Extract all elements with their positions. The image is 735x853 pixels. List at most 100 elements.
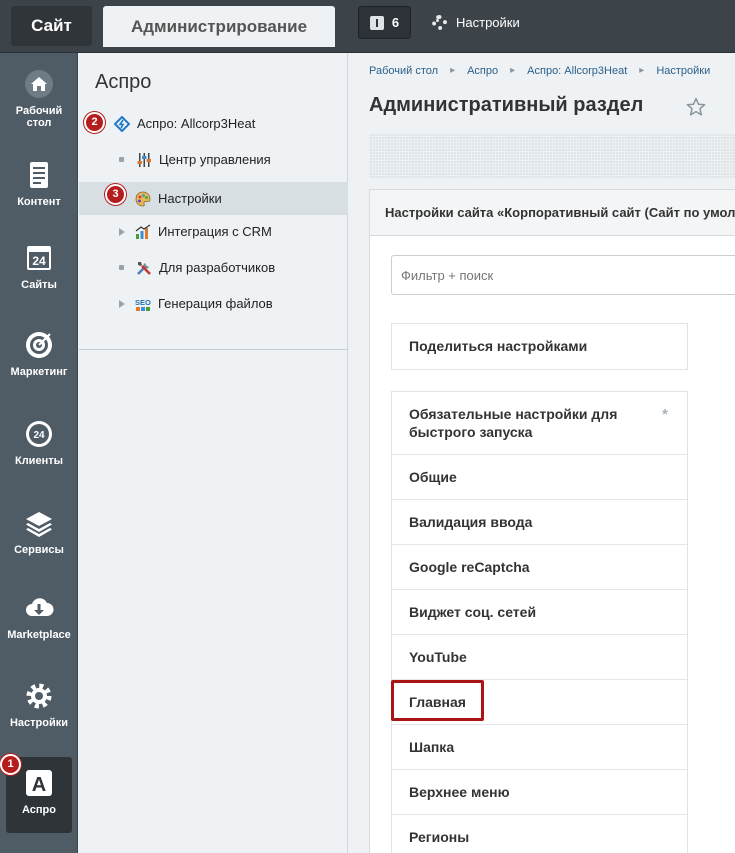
notifications-count: 6 [391,15,400,30]
section-item-top-menu[interactable]: Верхнее меню [392,770,687,815]
layers-icon [26,512,52,537]
sp-item-label: Настройки [158,191,222,206]
share-settings-button[interactable]: Поделиться настройками [391,323,688,370]
settings-content: Поделиться настройками Обязательные наст… [369,236,735,853]
section-label: Общие [409,469,457,485]
section-item-validation[interactable]: Валидация ввода [392,500,687,545]
expand-arrow-icon[interactable] [119,299,125,308]
nav-label: Маркетинг [10,366,68,378]
nav-label: Сервисы [14,544,64,556]
section-item-header[interactable]: Шапка [392,725,687,770]
settings-section-list: Обязательные настройки для быстрого запу… [391,391,688,853]
nav-label: Сайты [21,279,57,291]
page-title: Административный раздел [369,94,644,116]
sp-item-label: Интеграция с CRM [158,224,272,239]
aspro-logo-icon: A [26,770,52,796]
nav-label: Клиенты [14,455,63,467]
palette-icon [135,191,151,206]
gear-icon [26,683,52,709]
settings-top-label: Настройки [456,15,520,30]
tab-site[interactable]: Сайт [11,6,92,46]
section-item-general[interactable]: Общие [392,455,687,500]
section-item-required[interactable]: Обязательные настройки для быстрого запу… [392,392,687,455]
side-panel-divider [79,349,348,350]
nav-label: Контент [17,196,61,208]
section-item-youtube[interactable]: YouTube [392,635,687,680]
step-badge-2: 2 [84,112,105,133]
section-label: Регионы [409,829,470,845]
home-icon [25,70,53,98]
nav-item-content[interactable]: Контент [0,160,78,208]
breadcrumb: Рабочий стол ▸ Аспро ▸ Аспро: Allcorp3He… [369,65,710,77]
svg-text:24: 24 [32,254,46,268]
step-badge-3: 3 [105,184,126,205]
gear-icon [432,15,447,30]
nav-item-clients[interactable]: 24 Клиенты [0,419,78,467]
clients-24-icon: 24 [26,421,52,447]
nav-item-services[interactable]: Сервисы [0,508,78,556]
section-item-social-widget[interactable]: Виджет соц. сетей [392,590,687,635]
breadcrumb-link[interactable]: Рабочий стол [369,65,438,77]
nav-item-marketplace[interactable]: Marketplace [0,593,78,641]
info-icon [369,15,384,30]
required-asterisk-icon: * [662,406,668,423]
svg-text:A: A [32,774,46,796]
notifications-button[interactable]: 6 [358,6,411,39]
section-item-regions[interactable]: Регионы [392,815,687,853]
sp-item-crm-integration[interactable]: Интеграция с CRM [79,215,348,248]
nav-item-desktop[interactable]: Рабочий стол [0,69,78,129]
breadcrumb-link[interactable]: Аспро: Allcorp3Heat [527,65,627,77]
left-nav: Рабочий стол Контент 24 Сайты Маркетинг [0,53,78,853]
sp-item-label: Для разработчиков [159,260,276,275]
nav-label: Рабочий стол [15,105,63,129]
section-label: Шапка [409,739,455,755]
sp-item-developers[interactable]: Для разработчиков [79,251,348,284]
side-panel-title: Аспро [95,71,152,93]
breadcrumb-link[interactable]: Настройки [656,65,710,77]
section-label: Виджет соц. сетей [409,604,537,620]
section-label: Обязательные настройки для быстрого запу… [409,406,618,440]
settings-top-button[interactable]: Настройки [432,6,520,39]
step-badge-1: 1 [0,754,21,775]
breadcrumb-separator-icon: ▸ [450,65,456,76]
nav-label: Marketplace [7,629,71,641]
calendar-24-icon: 24 [27,246,51,270]
document-icon [30,162,48,188]
cloud-download-icon [26,598,54,616]
highlight-box [391,680,484,721]
nav-item-settings[interactable]: Настройки [0,681,78,729]
sp-item-file-generation[interactable]: SEO Генерация файлов [79,287,348,320]
breadcrumb-separator-icon: ▸ [639,65,645,76]
bullet-icon [119,157,124,162]
section-label: YouTube [409,649,467,665]
nav-item-marketing[interactable]: Маркетинг [0,330,78,378]
svg-text:SEO: SEO [135,298,151,307]
svg-text:24: 24 [33,430,45,441]
expand-arrow-icon[interactable] [119,227,125,236]
sp-item-label: Генерация файлов [158,296,273,311]
nav-item-aspro[interactable]: A Аспро [0,768,78,816]
section-item-recaptcha[interactable]: Google reCaptcha [392,545,687,590]
bullet-icon [119,265,124,270]
sliders-icon [137,152,151,167]
breadcrumb-link[interactable]: Аспро [467,65,498,77]
tab-admin[interactable]: Администрирование [103,6,335,47]
toolbar-strip [369,134,735,179]
seo-icon: SEO [135,298,151,311]
nav-item-sites[interactable]: 24 Сайты [0,243,78,291]
aspro-module-icon [114,115,130,132]
target-icon [26,332,52,358]
chart-icon [135,224,151,239]
filter-search-input[interactable] [391,255,735,295]
sp-item-label: Аспро: Allcorp3Heat [137,116,256,131]
top-bar: Сайт Администрирование 6 Настройки [0,0,735,53]
tools-icon [137,261,151,275]
nav-label: Аспро [22,804,56,816]
sp-item-control-center[interactable]: Центр управления [79,143,348,176]
section-label: Валидация ввода [409,514,533,530]
sp-item-label: Центр управления [159,152,271,167]
main-content: Рабочий стол ▸ Аспро ▸ Аспро: Allcorp3He… [349,53,735,853]
sp-item-allcorp3heat[interactable]: Аспро: Allcorp3Heat [79,107,348,140]
star-icon[interactable] [686,97,706,117]
breadcrumb-separator-icon: ▸ [510,65,516,76]
